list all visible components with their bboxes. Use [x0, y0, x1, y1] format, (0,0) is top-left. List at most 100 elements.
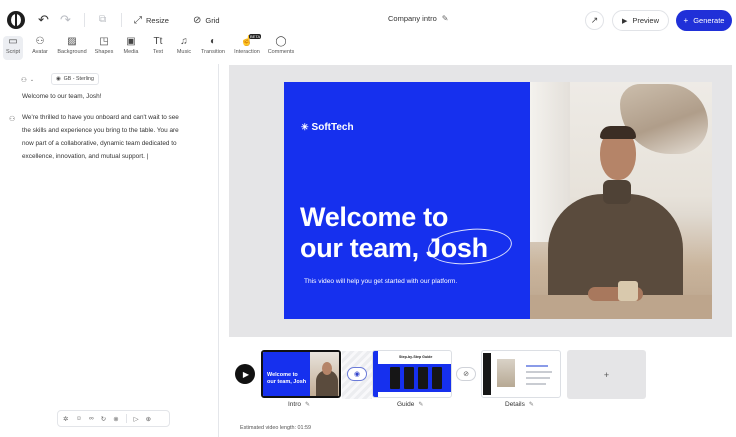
project-title[interactable]: Company intro ✎	[388, 14, 448, 23]
plus-icon: +	[683, 16, 689, 25]
divider	[84, 13, 85, 27]
pause-icon[interactable]: ↻	[101, 415, 106, 423]
scene-name: Guide	[397, 401, 415, 408]
grid-icon: ⊘	[193, 14, 202, 26]
gesture-icon[interactable]: ∞	[89, 415, 94, 422]
brand-logo[interactable]: ✳ SoftTech	[301, 122, 354, 133]
thumb-step-card	[404, 367, 414, 389]
thumb-step-card	[390, 367, 400, 389]
script-greeting[interactable]: Welcome to our team, Josh!	[22, 91, 212, 104]
magic-icon[interactable]: ✲	[63, 415, 68, 423]
scene-name: Details	[505, 401, 525, 408]
emotion-icon[interactable]: ☺	[75, 415, 82, 422]
play-icon[interactable]: ▷	[134, 415, 139, 423]
tool-label: Shapes	[94, 49, 114, 55]
tool-shapes[interactable]: ◳ Shapes	[94, 36, 114, 60]
thumb-text-line	[526, 377, 550, 379]
avatar-photo[interactable]	[530, 82, 712, 319]
thumb-title: Step-by-Step Guide	[399, 355, 433, 359]
generate-button[interactable]: + Generate	[676, 10, 732, 31]
generate-label: Generate	[693, 16, 725, 25]
avatar-selector[interactable]: ⚇ ⌄	[21, 74, 34, 85]
script-panel: ⚇ ⌄ ◉ GB - Sterling Welcome to our team,…	[0, 64, 219, 437]
brand-name: SoftTech	[311, 122, 354, 133]
slide-subline[interactable]: This video will help you get started wit…	[304, 278, 457, 285]
script-line[interactable]: We're thrilled to have you onboard and c…	[22, 112, 212, 125]
thumb-avatar-head	[322, 362, 332, 375]
script-line-text: excellence, innovation, and mutual suppo…	[22, 153, 145, 160]
project-title-text: Company intro	[388, 14, 437, 23]
redo-icon[interactable]: ↷	[60, 12, 71, 28]
paragraph-avatar-icon[interactable]: ⚇	[9, 115, 15, 123]
text-icon: Tt	[153, 36, 163, 47]
slide-canvas[interactable]: ✳ SoftTech Welcome to our team, Josh Thi…	[284, 82, 712, 319]
tool-label: Text	[152, 49, 164, 55]
scene-thumb-guide[interactable]: Step-by-Step Guide	[372, 350, 452, 398]
thumb-text-line	[526, 371, 552, 373]
estimated-length: Estimated video length: 01:59	[240, 425, 312, 431]
tool-label: Comments	[267, 49, 295, 55]
script-line[interactable]: now part of a collaborative, dynamic tea…	[22, 138, 212, 151]
tool-background[interactable]: ▨ Background	[57, 36, 87, 60]
beta-badge: BETA	[249, 34, 262, 39]
edit-icon[interactable]: ✎	[305, 401, 310, 408]
preview-button[interactable]: ▶ Preview	[612, 10, 669, 31]
mute-icon[interactable]: ⊗	[113, 415, 118, 423]
media-icon: ▣	[126, 36, 136, 47]
music-icon: ♫	[180, 36, 188, 47]
edit-icon[interactable]: ✎	[529, 401, 534, 408]
app-logo[interactable]	[7, 11, 25, 29]
tool-comments[interactable]: ◯ Comments	[267, 36, 295, 60]
tool-script[interactable]: ▭ Script	[3, 36, 23, 60]
scene-label-intro[interactable]: Intro ✎	[288, 401, 310, 408]
play-icon: ▶	[242, 369, 250, 379]
comments-icon: ◯	[275, 36, 287, 47]
transition-icon: ◐	[209, 36, 217, 47]
share-icon: ↗	[590, 15, 599, 25]
share-button[interactable]: ↗	[585, 11, 604, 30]
tool-label: Music	[176, 49, 192, 55]
undo-icon[interactable]: ↶	[38, 12, 49, 28]
add-scene-button[interactable]: +	[567, 350, 646, 399]
resize-icon: ⤢	[134, 14, 142, 26]
scene-thumb-intro[interactable]: Welcome to our team, Josh	[261, 350, 341, 398]
script-icon: ▭	[8, 36, 18, 47]
thumb-text-line	[526, 383, 546, 385]
grid-button[interactable]: ⊘ Grid	[193, 12, 220, 28]
timeline-play-button[interactable]: ▶	[235, 364, 255, 384]
tool-media[interactable]: ▣ Media	[121, 36, 141, 60]
scene-thumb-details[interactable]	[481, 350, 561, 398]
transition-button-1[interactable]: ◉	[347, 367, 367, 381]
tool-label: Script	[5, 49, 21, 55]
edit-title-icon[interactable]: ✎	[442, 14, 449, 23]
tool-text[interactable]: Tt Text	[148, 36, 168, 60]
add-icon[interactable]: ⊕	[146, 415, 151, 423]
voice-selector[interactable]: ◉ GB - Sterling	[51, 73, 99, 85]
avatar-icon: ⚇	[35, 36, 45, 47]
resize-button[interactable]: ⤢ Resize	[134, 12, 169, 28]
thumb-step-card	[418, 367, 428, 389]
thumb-dark-bar	[483, 353, 491, 395]
edit-icon[interactable]: ✎	[418, 401, 423, 408]
tool-label: Background	[57, 49, 87, 55]
tool-avatar[interactable]: ⚇ Avatar	[30, 36, 50, 60]
tool-label: Media	[123, 49, 139, 55]
script-line[interactable]: excellence, innovation, and mutual suppo…	[22, 151, 212, 164]
transition-button-2[interactable]: ⊘	[456, 367, 476, 381]
script-line[interactable]: the skills and experience you bring to t…	[22, 125, 212, 138]
copy-icon[interactable]: ⧉	[99, 12, 106, 28]
play-icon: ▶	[621, 17, 628, 25]
plus-icon: +	[603, 369, 610, 380]
scene-label-details[interactable]: Details ✎	[505, 401, 534, 408]
avatar-hair	[600, 126, 636, 139]
tool-transition[interactable]: ◐ Transition	[200, 36, 226, 60]
slide-blue-panel: ✳ SoftTech Welcome to our team, Josh Thi…	[284, 82, 530, 319]
tool-interaction[interactable]: ☝ Interaction	[232, 36, 262, 60]
avatar-collar	[603, 180, 631, 204]
text-cursor: |	[144, 153, 149, 160]
thumb-text-line	[526, 365, 548, 367]
shapes-icon: ◳	[99, 36, 109, 47]
voice-icon: ◉	[56, 76, 61, 82]
scene-label-guide[interactable]: Guide ✎	[397, 401, 423, 408]
tool-music[interactable]: ♫ Music	[174, 36, 194, 60]
